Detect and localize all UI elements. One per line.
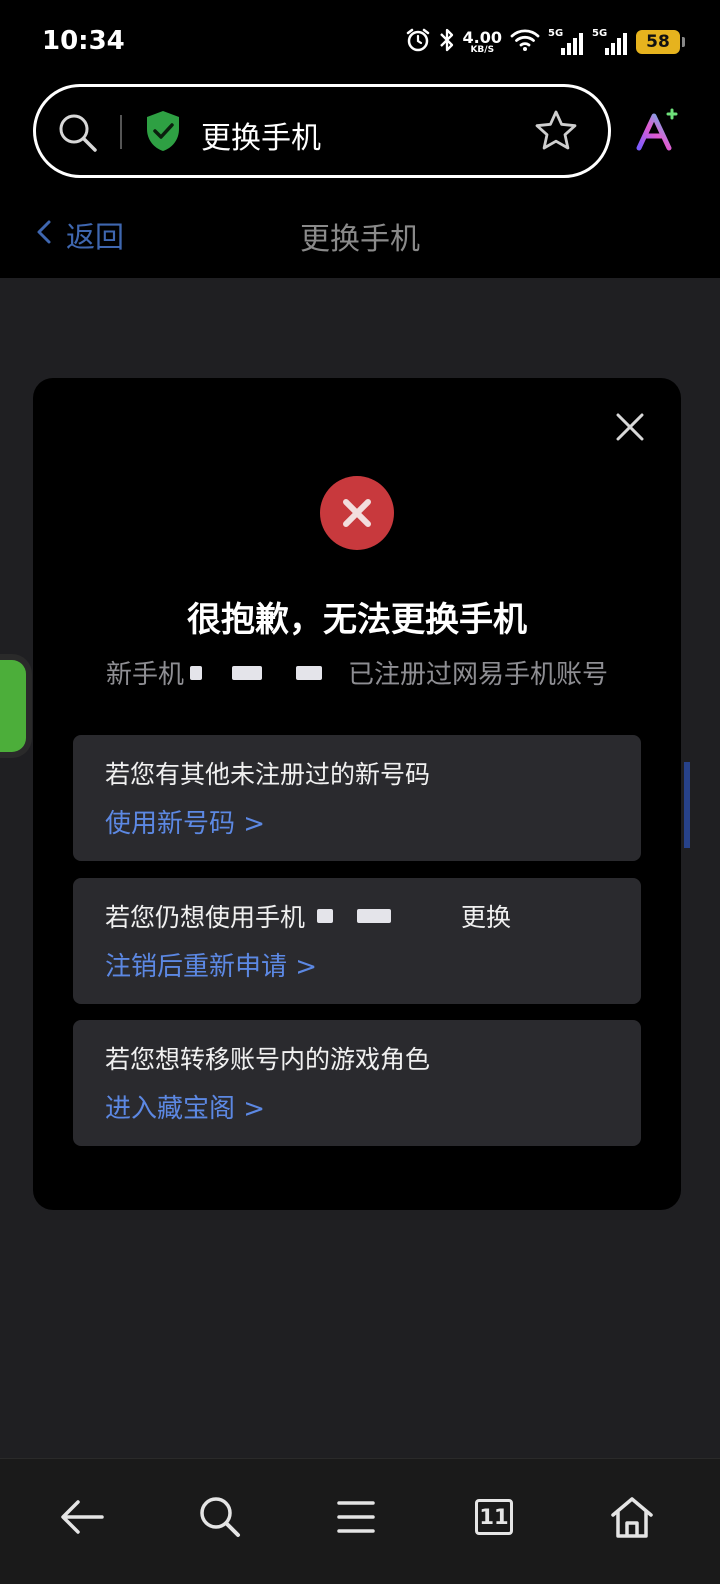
signal-sim1-icon: 5G	[548, 28, 584, 56]
search-icon[interactable]	[196, 1493, 244, 1541]
alarm-icon	[405, 27, 431, 57]
error-dialog: 很抱歉，无法更换手机 新手机 已注册过网易手机账号 若您有其他未注册过的新号码 …	[33, 378, 681, 1210]
enter-treasure-pavilion-link[interactable]: 进入藏宝阁 >	[105, 1088, 265, 1125]
option-text: 若您有其他未注册过的新号码	[105, 760, 431, 789]
ai-assistant-icon[interactable]	[634, 108, 680, 158]
address-title[interactable]: 更换手机	[201, 113, 321, 157]
network-speed: 4.00 KB/S	[462, 27, 502, 55]
status-time: 10:34	[42, 26, 125, 56]
battery-icon: 58	[636, 30, 685, 54]
address-area: 更换手机	[0, 84, 720, 194]
option-text-prefix: 若您仍想使用手机	[105, 903, 306, 932]
option-new-number[interactable]: 若您有其他未注册过的新号码 使用新号码 >	[73, 735, 641, 861]
menu-icon[interactable]	[332, 1493, 380, 1541]
bottom-nav: 11	[0, 1458, 720, 1584]
tabs-icon[interactable]: 11	[470, 1493, 518, 1541]
dialog-title: 很抱歉，无法更换手机	[187, 600, 527, 640]
address-divider	[120, 115, 122, 149]
close-icon[interactable]	[615, 412, 645, 442]
redacted-number	[190, 665, 202, 680]
back-arrow-icon[interactable]	[58, 1493, 106, 1541]
status-icons: 4.00 KB/S 5G 5G 58	[405, 24, 685, 60]
address-bar[interactable]: 更换手机	[33, 84, 611, 178]
signal-sim2-icon: 5G	[592, 28, 628, 56]
error-icon	[320, 476, 394, 550]
dialog-subtitle: 新手机 已注册过网易手机账号	[33, 654, 681, 691]
star-icon[interactable]	[534, 109, 578, 157]
option-text-suffix: 更换	[461, 903, 512, 932]
bluetooth-icon	[439, 27, 455, 57]
reapply-after-cancel-link[interactable]: 注销后重新申请 >	[105, 946, 317, 983]
subtitle-suffix: 已注册过网易手机账号	[348, 660, 609, 690]
option-reapply[interactable]: 若您仍想使用手机 更换 注销后重新申请 >	[73, 878, 641, 1004]
network-speed-unit: KB/S	[470, 44, 495, 55]
subtitle-prefix: 新手机	[105, 660, 184, 690]
floating-side-tab	[0, 660, 26, 752]
shield-check-icon[interactable]	[144, 109, 182, 157]
tab-count: 11	[475, 1499, 513, 1535]
wifi-icon	[510, 28, 540, 56]
redacted-number	[232, 665, 262, 680]
search-icon[interactable]	[56, 111, 100, 159]
home-icon[interactable]	[608, 1493, 656, 1541]
use-new-number-link[interactable]: 使用新号码 >	[105, 803, 265, 840]
option-text: 若您想转移账号内的游戏角色	[105, 1045, 431, 1074]
status-bar: 10:34 4.00 KB/S 5G 5G 58	[0, 0, 720, 84]
redacted-number	[357, 909, 392, 923]
network-speed-value: 4.00	[462, 27, 502, 47]
option-text: 若您仍想使用手机 更换	[105, 898, 511, 934]
screen: 10:34 4.00 KB/S 5G 5G 58 更换手机 返回 更换手机 很抱…	[0, 0, 720, 1584]
option-treasure-pavilion[interactable]: 若您想转移账号内的游戏角色 进入藏宝阁 >	[73, 1020, 641, 1146]
redacted-number	[317, 909, 334, 923]
background-button-edge	[684, 762, 690, 848]
redacted-number	[296, 665, 322, 680]
page-title: 更换手机	[300, 222, 420, 257]
page-header: 返回 更换手机	[0, 194, 720, 278]
